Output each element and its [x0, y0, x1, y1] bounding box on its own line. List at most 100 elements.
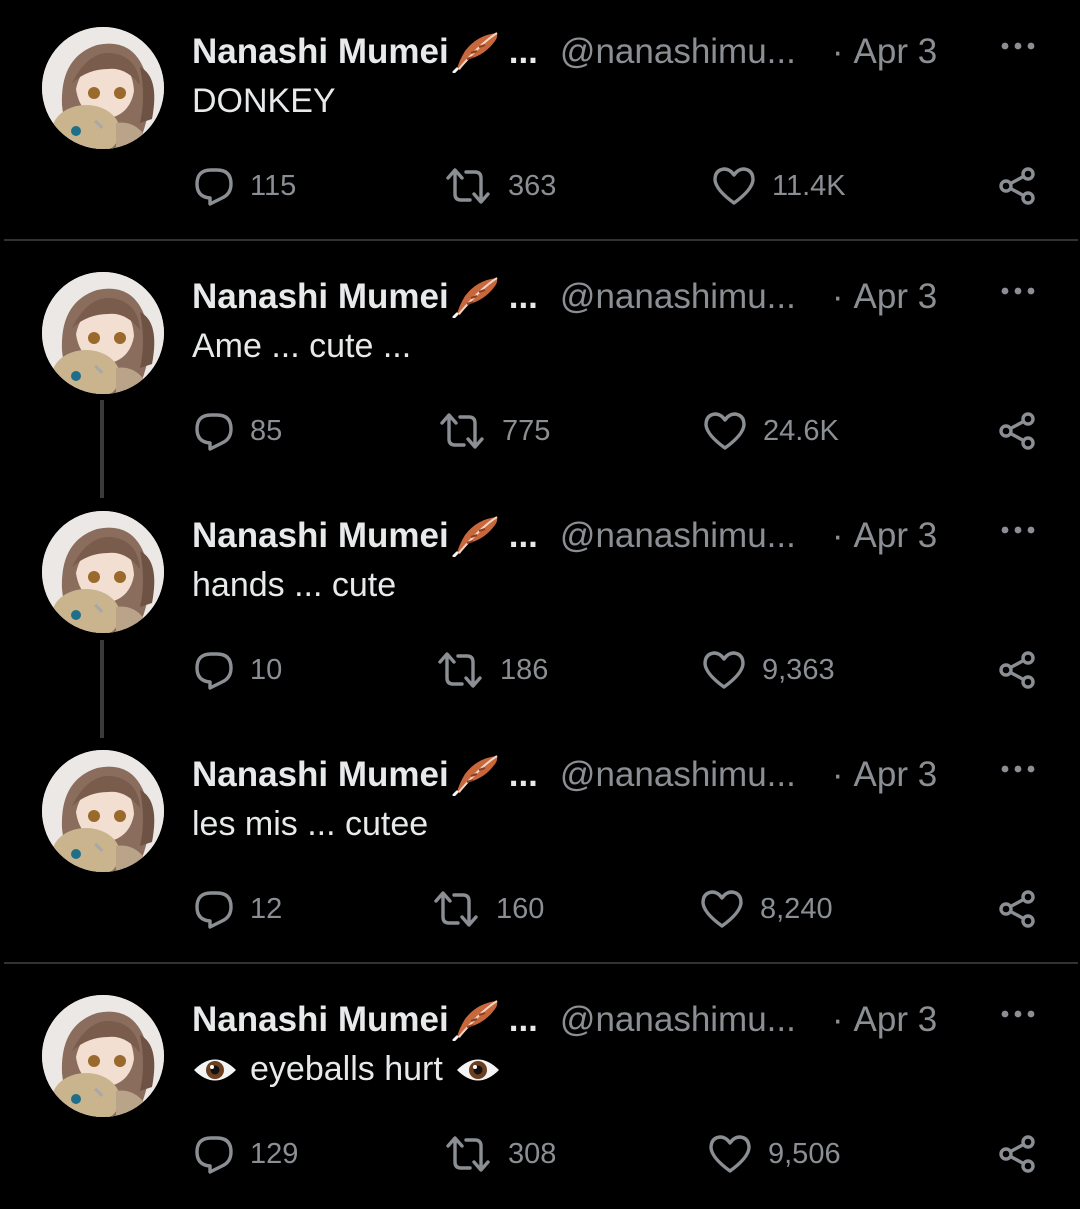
tweet-actions: 12 160 8,240	[0, 889, 1080, 933]
reply-icon	[194, 411, 234, 451]
heart-icon	[700, 889, 744, 929]
like-button[interactable]: 24.6K	[703, 411, 839, 451]
share-icon[interactable]	[998, 1134, 1038, 1174]
feather-icon	[451, 754, 499, 796]
tweet-date[interactable]: Apr 3	[854, 516, 938, 556]
feather-icon	[451, 276, 499, 318]
like-button[interactable]: 11.4K	[712, 166, 846, 206]
heart-icon	[703, 411, 747, 451]
reply-button[interactable]: 129	[194, 1134, 298, 1174]
tweet-text: DONKEY	[192, 82, 336, 120]
feather-icon	[451, 515, 499, 557]
name-truncation: ...	[508, 755, 538, 794]
retweet-icon	[432, 889, 480, 929]
retweet-count: 775	[502, 414, 551, 447]
user-handle[interactable]: @nanashimu...	[560, 277, 796, 317]
share-icon[interactable]	[998, 411, 1038, 451]
reply-icon	[194, 1134, 234, 1174]
reply-icon	[194, 889, 234, 929]
retweet-icon	[444, 1134, 492, 1174]
share-icon[interactable]	[998, 650, 1038, 690]
separator-dot: ·	[831, 277, 844, 316]
like-count: 8,240	[760, 892, 833, 925]
user-handle[interactable]: @nanashimu...	[560, 755, 796, 795]
retweet-button[interactable]: 363	[444, 166, 556, 206]
retweet-button[interactable]: 775	[438, 411, 550, 451]
separator-dot: ·	[831, 32, 844, 71]
reply-count: 12	[250, 892, 283, 925]
retweet-count: 308	[508, 1137, 557, 1170]
display-name[interactable]: Nanashi Mumei	[192, 32, 449, 72]
reply-count: 10	[250, 653, 283, 686]
name-truncation: ...	[508, 277, 538, 316]
divider	[4, 239, 1078, 241]
like-count: 24.6K	[763, 414, 839, 447]
like-button[interactable]: 9,506	[708, 1134, 841, 1174]
avatar[interactable]	[42, 511, 164, 633]
display-name[interactable]: Nanashi Mumei	[192, 277, 449, 317]
more-icon[interactable]	[1000, 285, 1036, 297]
tweet-header: Nanashi Mumei ... @nanashimu... · Apr 3	[192, 271, 1052, 323]
display-name[interactable]: Nanashi Mumei	[192, 1000, 449, 1040]
reply-button[interactable]: 115	[194, 166, 296, 206]
user-handle[interactable]: @nanashimu...	[560, 516, 796, 556]
share-icon[interactable]	[998, 166, 1038, 206]
tweet-date[interactable]: Apr 3	[854, 32, 938, 72]
more-icon[interactable]	[1000, 763, 1036, 775]
name-truncation: ...	[508, 516, 538, 555]
more-icon[interactable]	[1000, 1008, 1036, 1020]
retweet-icon	[444, 166, 492, 206]
heart-icon	[712, 166, 756, 206]
retweet-count: 186	[500, 653, 549, 686]
tweet-date[interactable]: Apr 3	[854, 277, 938, 317]
separator-dot: ·	[831, 755, 844, 794]
like-count: 11.4K	[772, 169, 846, 202]
tweet-header: Nanashi Mumei ... @nanashimu... · Apr 3	[192, 26, 1052, 78]
avatar[interactable]	[42, 27, 164, 149]
like-count: 9,506	[768, 1137, 841, 1170]
heart-icon	[708, 1134, 752, 1174]
like-button[interactable]: 8,240	[700, 889, 833, 929]
reply-icon	[194, 650, 234, 690]
heart-icon	[702, 650, 746, 690]
reply-count: 85	[250, 414, 283, 447]
retweet-count: 160	[496, 892, 545, 925]
feather-icon	[451, 999, 499, 1041]
tweet-date[interactable]: Apr 3	[854, 1000, 938, 1040]
share-icon[interactable]	[998, 889, 1038, 929]
avatar[interactable]	[42, 995, 164, 1117]
divider	[4, 962, 1078, 964]
tweet-text: Ame ... cute ...	[192, 327, 412, 365]
tweet-actions: 85 775 24.6K	[0, 411, 1080, 455]
tweet-text: eyeballs hurt	[192, 1050, 501, 1089]
more-icon[interactable]	[1000, 40, 1036, 52]
reply-button[interactable]: 85	[194, 411, 282, 451]
eye-emoji-icon	[192, 1055, 238, 1085]
tweet-actions: 129 308 9,506	[0, 1134, 1080, 1178]
tweet-header: Nanashi Mumei ... @nanashimu... · Apr 3	[192, 510, 1052, 562]
more-icon[interactable]	[1000, 524, 1036, 536]
reply-count: 129	[250, 1137, 299, 1170]
retweet-button[interactable]: 160	[432, 889, 544, 929]
retweet-icon	[436, 650, 484, 690]
display-name[interactable]: Nanashi Mumei	[192, 755, 449, 795]
reply-button[interactable]: 12	[194, 889, 282, 929]
name-truncation: ...	[508, 1000, 538, 1039]
user-handle[interactable]: @nanashimu...	[560, 1000, 796, 1040]
avatar[interactable]	[42, 750, 164, 872]
separator-dot: ·	[831, 516, 844, 555]
display-name[interactable]: Nanashi Mumei	[192, 516, 449, 556]
eye-emoji-icon	[455, 1055, 501, 1085]
reply-count: 115	[250, 169, 297, 202]
tweet-date[interactable]: Apr 3	[854, 755, 938, 795]
tweet-actions: 115 363 11.4K	[0, 166, 1080, 210]
like-button[interactable]: 9,363	[702, 650, 835, 690]
avatar[interactable]	[42, 272, 164, 394]
retweet-button[interactable]: 308	[444, 1134, 556, 1174]
user-handle[interactable]: @nanashimu...	[560, 32, 796, 72]
retweet-button[interactable]: 186	[436, 650, 548, 690]
tweet-header: Nanashi Mumei ... @nanashimu... · Apr 3	[192, 749, 1052, 801]
retweet-count: 363	[508, 169, 557, 202]
tweet-text-content: eyeballs hurt	[250, 1050, 443, 1088]
reply-button[interactable]: 10	[194, 650, 282, 690]
